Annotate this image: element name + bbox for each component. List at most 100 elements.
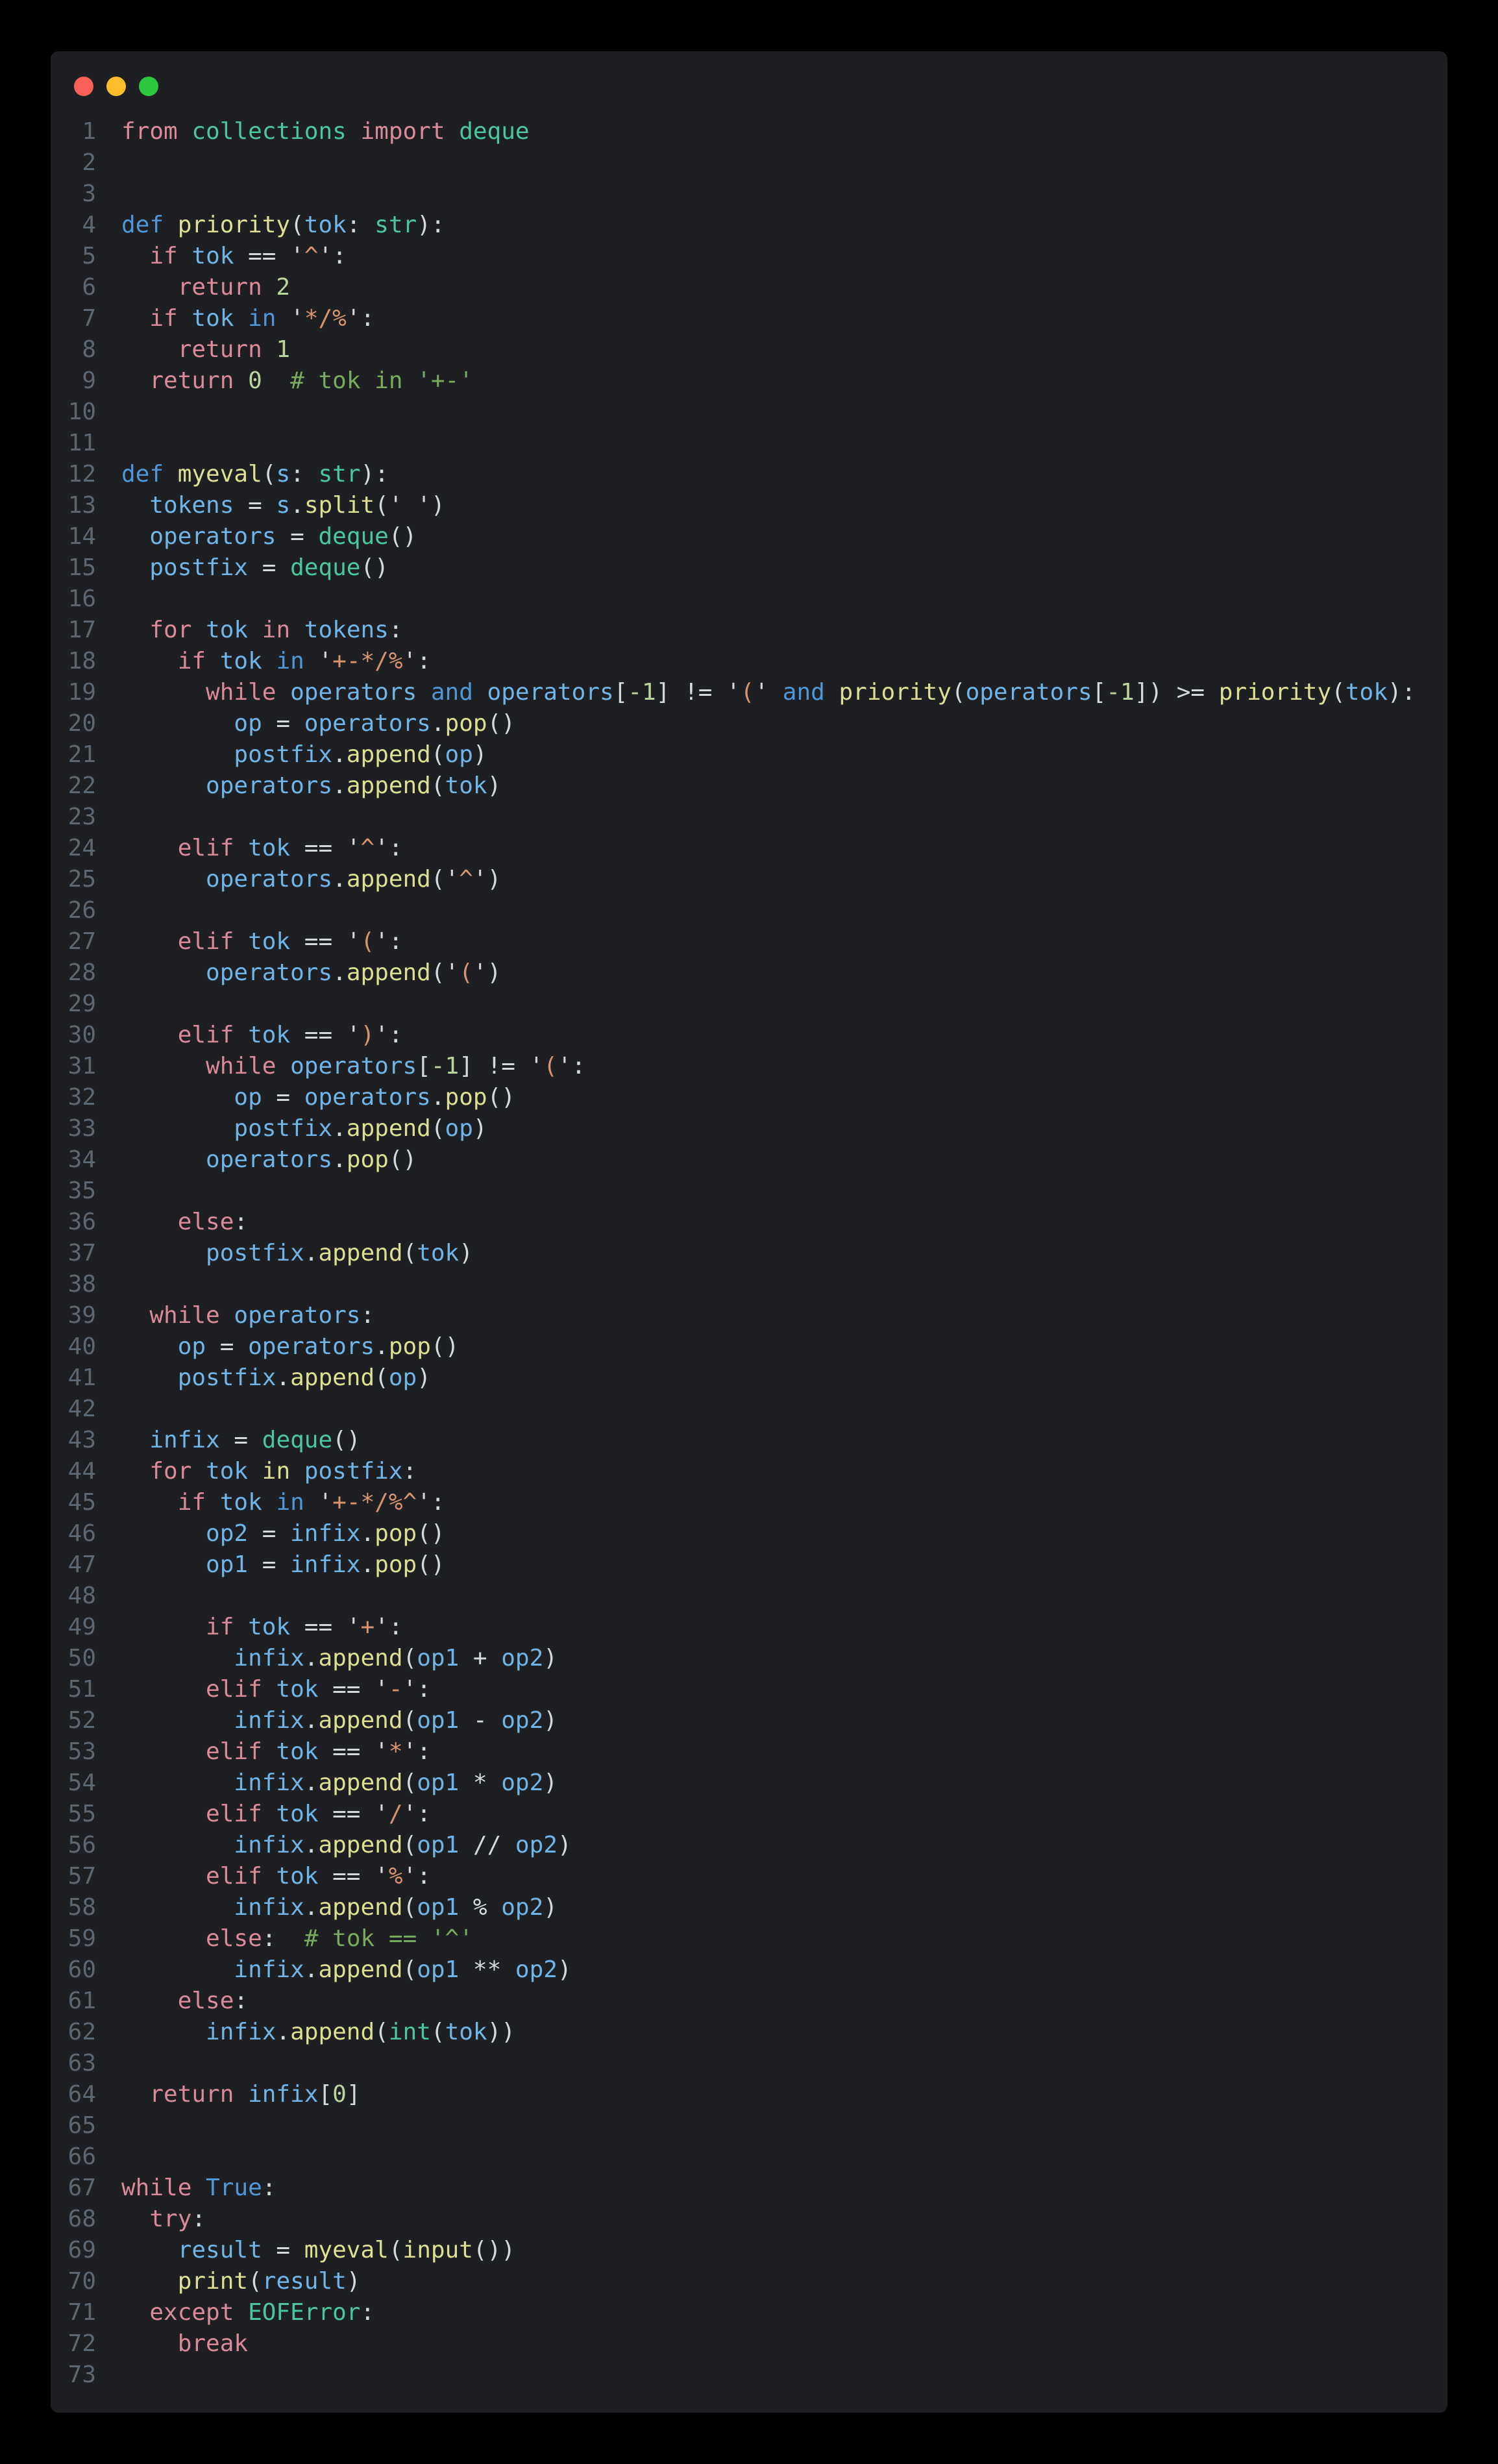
code-token: priority [839, 679, 952, 706]
code-token: ^ [361, 835, 375, 861]
code-token: [ [614, 679, 628, 706]
code-token: tok [220, 648, 276, 674]
code-token: tok [206, 617, 262, 643]
code-token [121, 1302, 149, 1329]
code-token [121, 1645, 234, 1671]
code-token: op1 [417, 1707, 473, 1734]
code-token: ' [417, 1489, 431, 1516]
code-token: op2 [515, 1832, 558, 1858]
code-token: operators [206, 959, 332, 986]
line-number: 19 [51, 677, 96, 708]
code-line: 28 operators.append('(') [51, 957, 1447, 989]
code-token [121, 492, 149, 519]
code-token: myeval [178, 461, 262, 487]
code-token: infix [149, 1427, 234, 1453]
close-button[interactable] [74, 77, 93, 96]
code-token: op [445, 1115, 473, 1142]
code-token: . [332, 772, 347, 799]
code-token: ) [459, 1240, 473, 1266]
code-token: / [389, 1801, 403, 1827]
code-line: 15 postfix = deque() [51, 552, 1447, 584]
code-token: op1 [417, 1832, 473, 1858]
code-token: : [262, 2174, 276, 2201]
code-text: while operators and operators[-1] != '('… [96, 677, 1416, 708]
line-number: 59 [51, 1923, 96, 1954]
code-line: 58 infix.append(op1 % op2) [51, 1892, 1447, 1923]
code-line: 22 operators.append(tok) [51, 770, 1447, 802]
line-number: 1 [51, 116, 96, 147]
code-token: pop [347, 1146, 389, 1173]
code-token [121, 1769, 234, 1796]
code-token: infix [248, 2081, 318, 2108]
line-number: 46 [51, 1518, 96, 1549]
code-token: : [417, 648, 431, 674]
code-token: ( [389, 2237, 403, 2263]
code-token: ' [374, 1863, 389, 1890]
code-text: elif tok == ')': [96, 1020, 403, 1051]
code-token: : [389, 928, 403, 955]
code-token: ' [319, 243, 333, 269]
code-token: = [220, 1333, 248, 1360]
code-token: ): [361, 461, 389, 487]
code-text [96, 895, 121, 926]
code-token: True [206, 2174, 262, 2201]
code-line: 39 while operators: [51, 1300, 1447, 1331]
code-text: operators = deque() [96, 521, 417, 552]
code-token: ' [726, 679, 741, 706]
code-token: s [276, 492, 290, 519]
code-token: +-*/% [332, 648, 402, 674]
line-number: 40 [51, 1331, 96, 1362]
code-token: () [487, 710, 515, 737]
code-token: ) [543, 1645, 558, 1671]
code-token [121, 679, 206, 706]
code-token: : [389, 1614, 403, 1640]
line-number: 17 [51, 615, 96, 646]
code-text: from collections import deque [96, 116, 530, 147]
line-number: 50 [51, 1643, 96, 1674]
line-number: 31 [51, 1051, 96, 1082]
code-token: ^ [304, 243, 319, 269]
code-token: elif [178, 928, 248, 955]
code-token: infix [234, 1707, 304, 1734]
code-token: . [304, 1956, 319, 1983]
line-number: 47 [51, 1549, 96, 1581]
code-token: append [347, 866, 431, 893]
code-line: 16 [51, 584, 1447, 615]
code-line: 4def priority(tok: str): [51, 210, 1447, 241]
code-token [262, 367, 290, 394]
line-number: 5 [51, 241, 96, 272]
code-token: tok [445, 772, 487, 799]
code-text: operators.append('(') [96, 957, 501, 989]
code-text: if tok in '+-*/%^': [96, 1487, 445, 1518]
code-token: ) [543, 1894, 558, 1921]
code-line: 31 while operators[-1] != '(': [51, 1051, 1447, 1082]
code-token: . [360, 1520, 374, 1547]
code-token: ' [445, 959, 460, 986]
code-line: 12def myeval(s: str): [51, 459, 1447, 490]
code-token [121, 2081, 149, 2108]
code-token: ** [473, 1956, 515, 1983]
code-token [121, 1053, 206, 1079]
code-token: operators [248, 1333, 374, 1360]
code-token: . [290, 492, 304, 519]
code-token: == [332, 1863, 374, 1890]
code-token: infix [206, 2019, 276, 2045]
line-number: 63 [51, 2048, 96, 2079]
code-line: 68 try: [51, 2204, 1447, 2235]
code-token: operators [206, 772, 332, 799]
code-line: 64 return infix[0] [51, 2079, 1447, 2110]
minimize-button[interactable] [106, 77, 126, 96]
code-line: 49 if tok == '+': [51, 1612, 1447, 1643]
code-token: from [121, 118, 191, 145]
code-editor-window: 1from collections import deque234def pri… [51, 51, 1447, 2413]
code-token [121, 1209, 178, 1235]
code-token: op [234, 1084, 276, 1111]
code-text [96, 397, 121, 428]
code-text [96, 428, 121, 459]
zoom-button[interactable] [139, 77, 158, 96]
code-token: tok [276, 1676, 332, 1703]
code-text: print(result) [96, 2266, 361, 2297]
code-token: 2 [276, 274, 290, 301]
code-token: +-*/%^ [332, 1489, 417, 1516]
code-line: 44 for tok in postfix: [51, 1456, 1447, 1487]
